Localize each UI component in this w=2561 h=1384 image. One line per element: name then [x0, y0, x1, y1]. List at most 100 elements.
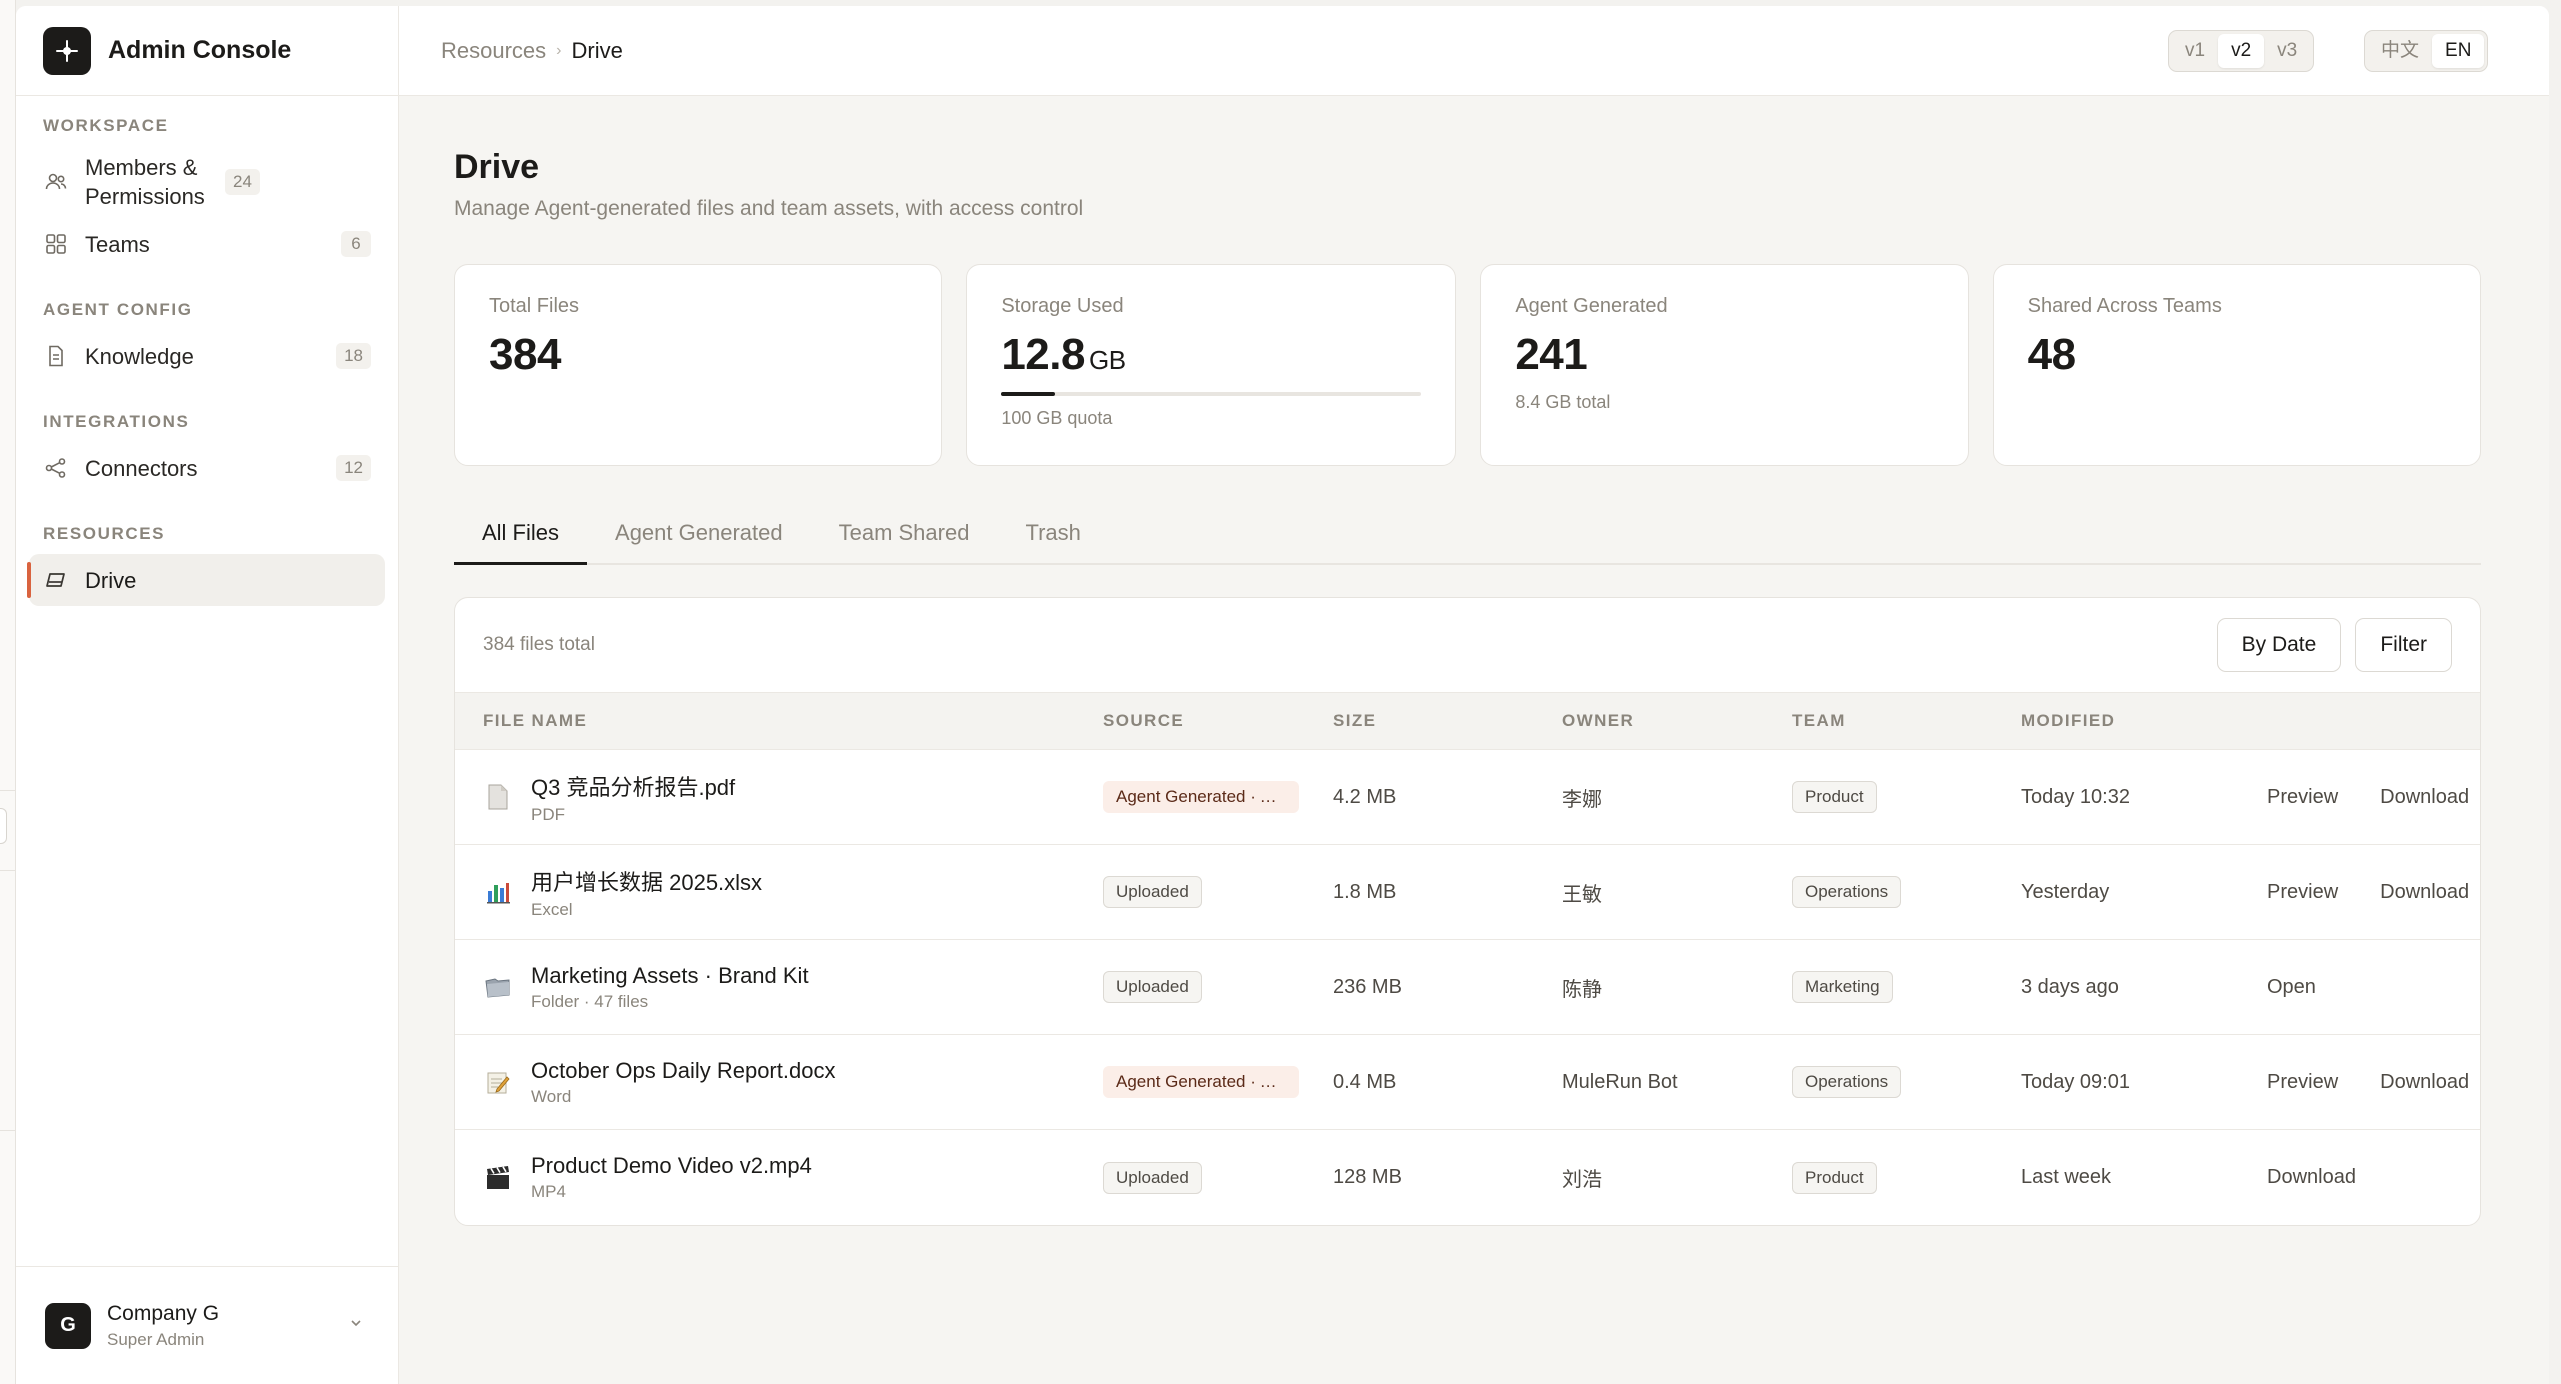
files-table: 384 files total By Date Filter FILE NAME…	[454, 597, 2481, 1226]
file-owner: 陈静	[1562, 978, 1602, 1001]
file-type: PDF	[531, 804, 565, 824]
breadcrumb-parent[interactable]: Resources	[441, 38, 546, 64]
sidebar-item-label: Knowledge	[85, 343, 194, 369]
sidebar-item-members-permissions[interactable]: Members & Permissions 24	[29, 146, 385, 218]
nav-section-resources: RESOURCES	[43, 524, 166, 543]
document-icon	[43, 343, 69, 369]
team-badge: Marketing	[1792, 971, 1893, 1003]
version-option-v2[interactable]: v2	[2218, 34, 2265, 68]
brand-logo-icon	[43, 26, 91, 75]
avatar: G	[45, 1302, 91, 1349]
share-nodes-icon	[43, 455, 69, 481]
nav-section-integrations: INTEGRATIONS	[43, 412, 190, 431]
tab-trash[interactable]: Trash	[997, 520, 1108, 565]
filter-button[interactable]: Filter	[2355, 618, 2452, 672]
stat-label: Storage Used	[1001, 295, 1124, 317]
stats-row: Total Files 384 Storage Used 12.8 GB 100 …	[454, 264, 2481, 466]
language-option-en[interactable]: EN	[2432, 34, 2485, 68]
preview-action[interactable]: Preview	[2267, 786, 2338, 809]
language-switcher: 中文 EN	[2364, 30, 2489, 72]
column-header-owner[interactable]: OWNER	[1562, 711, 1792, 731]
drive-icon	[43, 567, 69, 593]
tab-team-shared[interactable]: Team Shared	[811, 520, 998, 565]
file-size: 0.4 MB	[1333, 1070, 1397, 1093]
file-modified: 3 days ago	[2021, 975, 2119, 998]
stat-value: 48	[2027, 330, 2076, 379]
stat-label: Agent Generated	[1515, 295, 1668, 317]
preview-action[interactable]: Preview	[2267, 881, 2338, 904]
file-size: 1.8 MB	[1333, 880, 1397, 903]
topbar: Resources › Drive v1 v2 v3 中文 EN	[399, 6, 2549, 96]
version-option-v1[interactable]: v1	[2172, 34, 2218, 68]
source-badge: Uploaded	[1103, 971, 1202, 1003]
download-action[interactable]: Download	[2380, 786, 2469, 809]
file-tabs: All Files Agent Generated Team Shared Tr…	[454, 520, 2481, 565]
preview-action[interactable]: Preview	[2267, 1071, 2338, 1094]
tab-agent-generated[interactable]: Agent Generated	[587, 520, 811, 565]
sidebar-item-knowledge[interactable]: Knowledge 18	[29, 330, 385, 382]
sort-by-date-button[interactable]: By Date	[2216, 618, 2342, 672]
sidebar-item-label: Connectors	[85, 455, 198, 481]
download-action[interactable]: Download	[2380, 1071, 2469, 1094]
stat-card-shared-across-teams: Shared Across Teams 48	[1992, 264, 2481, 466]
sidebar-item-drive[interactable]: Drive	[27, 554, 385, 606]
source-badge: Uploaded	[1103, 876, 1202, 908]
sidebar-item-teams[interactable]: Teams 6	[29, 218, 385, 270]
version-switcher: v1 v2 v3	[2168, 30, 2315, 72]
column-header-size[interactable]: SIZE	[1333, 711, 1562, 731]
table-row[interactable]: 用户增长数据 2025.xlsx Excel Uploaded 1.8 MB 王…	[455, 845, 2480, 940]
column-header-team[interactable]: TEAM	[1792, 711, 2021, 731]
nav-section-workspace: WORKSPACE	[43, 116, 169, 135]
stat-value: 241	[1515, 330, 1588, 379]
file-modified: Today 09:01	[2021, 1070, 2130, 1093]
file-modified: Today 10:32	[2021, 785, 2130, 808]
source-badge: Uploaded	[1103, 1161, 1202, 1194]
sidebar-nav: WORKSPACE Members & Permissions 24 Teams…	[16, 96, 398, 606]
file-count: 384 files total	[483, 634, 595, 655]
brand[interactable]: Admin Console	[16, 6, 398, 96]
tab-all-files[interactable]: All Files	[454, 520, 588, 565]
version-option-v3[interactable]: v3	[2264, 34, 2310, 68]
team-badge: Operations	[1792, 876, 1902, 908]
users-icon	[43, 169, 69, 195]
team-badge: Operations	[1792, 1066, 1902, 1098]
storage-value: 12.8	[1001, 330, 1085, 379]
source-badge: Agent Generated · Auto	[1103, 781, 1299, 813]
file-modified: Last week	[2021, 1166, 2112, 1188]
column-header-modified[interactable]: MODIFIED	[2021, 711, 2267, 731]
table-toolbar: 384 files total By Date Filter	[455, 598, 2480, 692]
stat-value: 384	[489, 330, 561, 379]
download-action[interactable]: Download	[2380, 881, 2469, 904]
storage-progress-bar	[1001, 392, 1422, 396]
stat-sub: 100 GB quota	[1001, 408, 1113, 428]
page-title: Drive	[454, 148, 540, 186]
table-row[interactable]: Marketing Assets · Brand Kit Folder · 47…	[455, 940, 2480, 1035]
download-action[interactable]: Download	[2267, 1166, 2356, 1189]
account-role: Super Admin	[107, 1329, 205, 1349]
column-header-file-name[interactable]: FILE NAME	[455, 711, 1103, 731]
table-row[interactable]: October Ops Daily Report.docx Word Agent…	[455, 1035, 2480, 1130]
page-subtitle: Manage Agent-generated files and team as…	[454, 197, 1084, 220]
stat-card-storage-used: Storage Used 12.8 GB 100 GB quota	[966, 264, 1457, 466]
sidebar: Admin Console WORKSPACE Members & Permis…	[16, 6, 399, 1384]
sidebar-item-label: Teams	[85, 231, 150, 257]
stat-value: 12.8 GB	[1001, 330, 1421, 380]
source-badge: Agent Generated · Auto	[1103, 1066, 1299, 1098]
word-doc-icon	[483, 1067, 513, 1097]
sidebar-item-connectors[interactable]: Connectors 12	[29, 442, 385, 494]
sidebar-item-count: 6	[341, 231, 371, 257]
table-row[interactable]: Product Demo Video v2.mp4 MP4 Uploaded 1…	[455, 1130, 2480, 1225]
column-header-source[interactable]: SOURCE	[1103, 711, 1333, 731]
background-field	[0, 808, 7, 844]
table-row[interactable]: Q3 竞品分析报告.pdf PDF Agent Generated · Auto…	[455, 750, 2480, 845]
sidebar-item-label: Drive	[85, 567, 137, 593]
stat-card-agent-generated: Agent Generated 241 8.4 GB total	[1480, 264, 1969, 466]
file-owner: 刘浩	[1562, 1169, 1602, 1191]
file-type: Word	[531, 1086, 572, 1106]
nav-section-agent-config: AGENT CONFIG	[43, 300, 193, 319]
account-switcher[interactable]: G Company G Super Admin	[16, 1266, 398, 1384]
open-action[interactable]: Open	[2267, 976, 2316, 999]
language-option-zh[interactable]: 中文	[2368, 34, 2432, 68]
team-badge: Product	[1792, 781, 1877, 813]
file-type: Excel	[531, 899, 573, 919]
